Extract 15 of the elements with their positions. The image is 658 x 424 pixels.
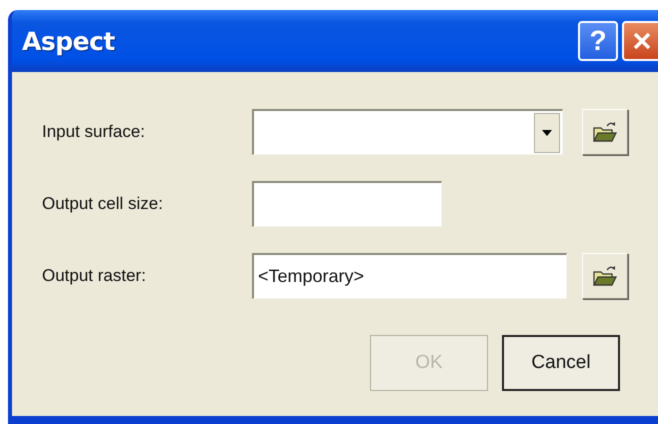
close-button[interactable] <box>622 21 658 61</box>
field-label: Input surface: <box>42 122 146 142</box>
browse-button[interactable] <box>582 109 628 155</box>
dialog-button[interactable]: Cancel <box>502 335 620 391</box>
window-title: Aspect <box>22 26 115 56</box>
browse-button[interactable] <box>582 253 628 299</box>
open-folder-icon <box>592 120 618 144</box>
close-icon <box>631 30 653 52</box>
dropdown-field[interactable] <box>252 109 563 155</box>
help-button[interactable]: ? <box>578 21 618 61</box>
input-field[interactable] <box>252 181 442 227</box>
open-folder-icon <box>592 264 618 288</box>
field-label: Output cell size: <box>42 194 164 214</box>
input-field[interactable]: <Temporary> <box>252 253 567 299</box>
field-label: Output raster: <box>42 266 147 286</box>
